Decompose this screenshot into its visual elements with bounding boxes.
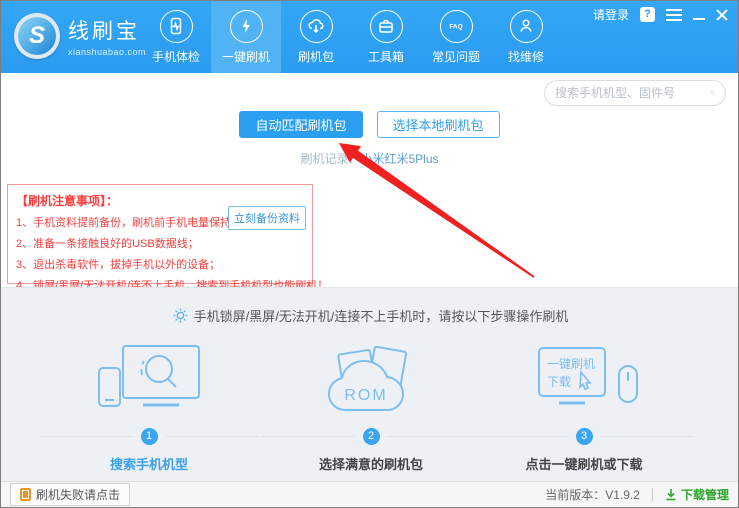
nav-item-rom-packages[interactable]: 刷机包 xyxy=(281,1,351,73)
logo-monogram: S xyxy=(18,17,56,55)
toolbox-icon xyxy=(370,10,403,43)
step-title: 搜索手机机型 xyxy=(39,454,259,473)
help-icon[interactable]: ? xyxy=(640,7,655,22)
svg-text:一键刷机: 一键刷机 xyxy=(547,357,595,371)
svg-text:FAQ: FAQ xyxy=(449,24,462,31)
nav-label: 手机体检 xyxy=(152,48,200,65)
notice-item: 2、准备一条接触良好的USB数据线； xyxy=(16,235,304,251)
divider xyxy=(652,488,653,501)
search-icon[interactable] xyxy=(710,85,715,101)
step-number-badge: 1 xyxy=(141,428,158,445)
download-manager-button[interactable]: 下载管理 xyxy=(665,486,729,503)
backup-now-button[interactable]: 立刻备份资料 xyxy=(228,206,306,230)
brand-domain: xianshuabao.com xyxy=(68,47,146,57)
logo-icon: S xyxy=(14,13,60,59)
guide-section: 手机锁屏/黑屏/无法开机/连接不上手机时，请按以下步骤操作刷机 1 搜索手机机型 xyxy=(1,287,739,483)
step-click-flash: 一键刷机 下载 3 点击一键刷机或下载 然后按提示操作完成刷机 xyxy=(474,340,694,498)
rom-package-icon: ROM xyxy=(261,340,481,422)
nav-item-toolbox[interactable]: 工具箱 xyxy=(351,1,421,73)
nav-label: 工具箱 xyxy=(368,48,404,65)
auto-match-button[interactable]: 自动匹配刷机包 xyxy=(239,111,362,138)
guide-heading-text: 手机锁屏/黑屏/无法开机/连接不上手机时，请按以下步骤操作刷机 xyxy=(194,306,569,325)
step-title: 点击一键刷机或下载 xyxy=(474,454,694,473)
flash-history-label: 刷机记录： xyxy=(300,152,360,166)
search-model-icon xyxy=(39,340,259,422)
svg-text:ROM: ROM xyxy=(344,387,387,404)
flash-failed-label: 刷机失败请点击 xyxy=(36,486,120,503)
action-button-row: 自动匹配刷机包 选择本地刷机包 xyxy=(1,111,738,138)
login-link[interactable]: 请登录 xyxy=(593,6,629,23)
menu-icon[interactable] xyxy=(666,9,682,21)
step-choose-package: ROM 2 选择满意的刷机包 选择安卓版本，适用地区，机身容量等 xyxy=(261,340,481,498)
svg-text:下载: 下载 xyxy=(547,375,571,389)
app-window: S 线刷宝 xianshuabao.com 手机体检 xyxy=(0,0,739,508)
nav-label: 一键刷机 xyxy=(222,48,270,65)
nav-item-faq[interactable]: FAQ 常见问题 xyxy=(421,1,491,73)
step-number-badge: 2 xyxy=(363,428,380,445)
click-flash-icon: 一键刷机 下载 xyxy=(474,340,694,422)
local-package-button[interactable]: 选择本地刷机包 xyxy=(377,111,500,138)
flash-failed-button[interactable]: 刷机失败请点击 xyxy=(10,483,130,506)
search-input[interactable] xyxy=(555,86,710,100)
sun-icon xyxy=(173,308,188,323)
app-header: S 线刷宝 xianshuabao.com 手机体检 xyxy=(1,1,738,73)
main-nav: 手机体检 一键刷机 刷机包 xyxy=(141,1,561,73)
step-title: 选择满意的刷机包 xyxy=(261,454,481,473)
nav-label: 常见问题 xyxy=(432,48,480,65)
flash-history-link[interactable]: 小米红米5Plus xyxy=(360,152,438,166)
status-bar: 刷机失败请点击 当前版本：V1.9.2 下载管理 xyxy=(1,481,738,507)
guide-heading: 手机锁屏/黑屏/无法开机/连接不上手机时，请按以下步骤操作刷机 xyxy=(1,306,739,325)
nav-label: 刷机包 xyxy=(298,48,334,65)
step-search-model: 1 搜索手机机型 不知道手机机型怎么办？ xyxy=(39,340,259,498)
rom-cloud-download-icon xyxy=(300,10,333,43)
step-number-badge: 3 xyxy=(576,428,593,445)
minimize-icon[interactable] xyxy=(693,9,705,21)
download-manager-label: 下载管理 xyxy=(681,486,729,503)
search-box xyxy=(544,80,726,106)
version-label: 当前版本：V1.9.2 xyxy=(545,486,640,503)
nav-label: 找维修 xyxy=(508,48,544,65)
close-icon[interactable] xyxy=(716,9,728,21)
faq-icon: FAQ xyxy=(440,10,473,43)
window-controls: 请登录 ? xyxy=(593,6,728,23)
nav-item-phone-check[interactable]: 手机体检 xyxy=(141,1,211,73)
nav-item-find-repair[interactable]: 找维修 xyxy=(491,1,561,73)
notice-box: 【刷机注意事项】： 1、手机资料提前备份，刷机前手机电量保持30%以上； 2、准… xyxy=(7,184,313,284)
brand-name: 线刷宝 xyxy=(68,15,146,45)
phone-check-icon xyxy=(160,10,193,43)
notice-item: 3、退出杀毒软件，拔掉手机以外的设备； xyxy=(16,256,304,272)
app-logo: S 线刷宝 xianshuabao.com xyxy=(14,13,146,59)
download-icon xyxy=(665,488,677,501)
repair-person-icon xyxy=(510,10,543,43)
warning-icon xyxy=(20,488,31,501)
flash-history: 刷机记录：小米红米5Plus xyxy=(1,150,738,167)
nav-item-one-key-flash[interactable]: 一键刷机 xyxy=(211,1,281,73)
lightning-icon xyxy=(230,10,263,43)
